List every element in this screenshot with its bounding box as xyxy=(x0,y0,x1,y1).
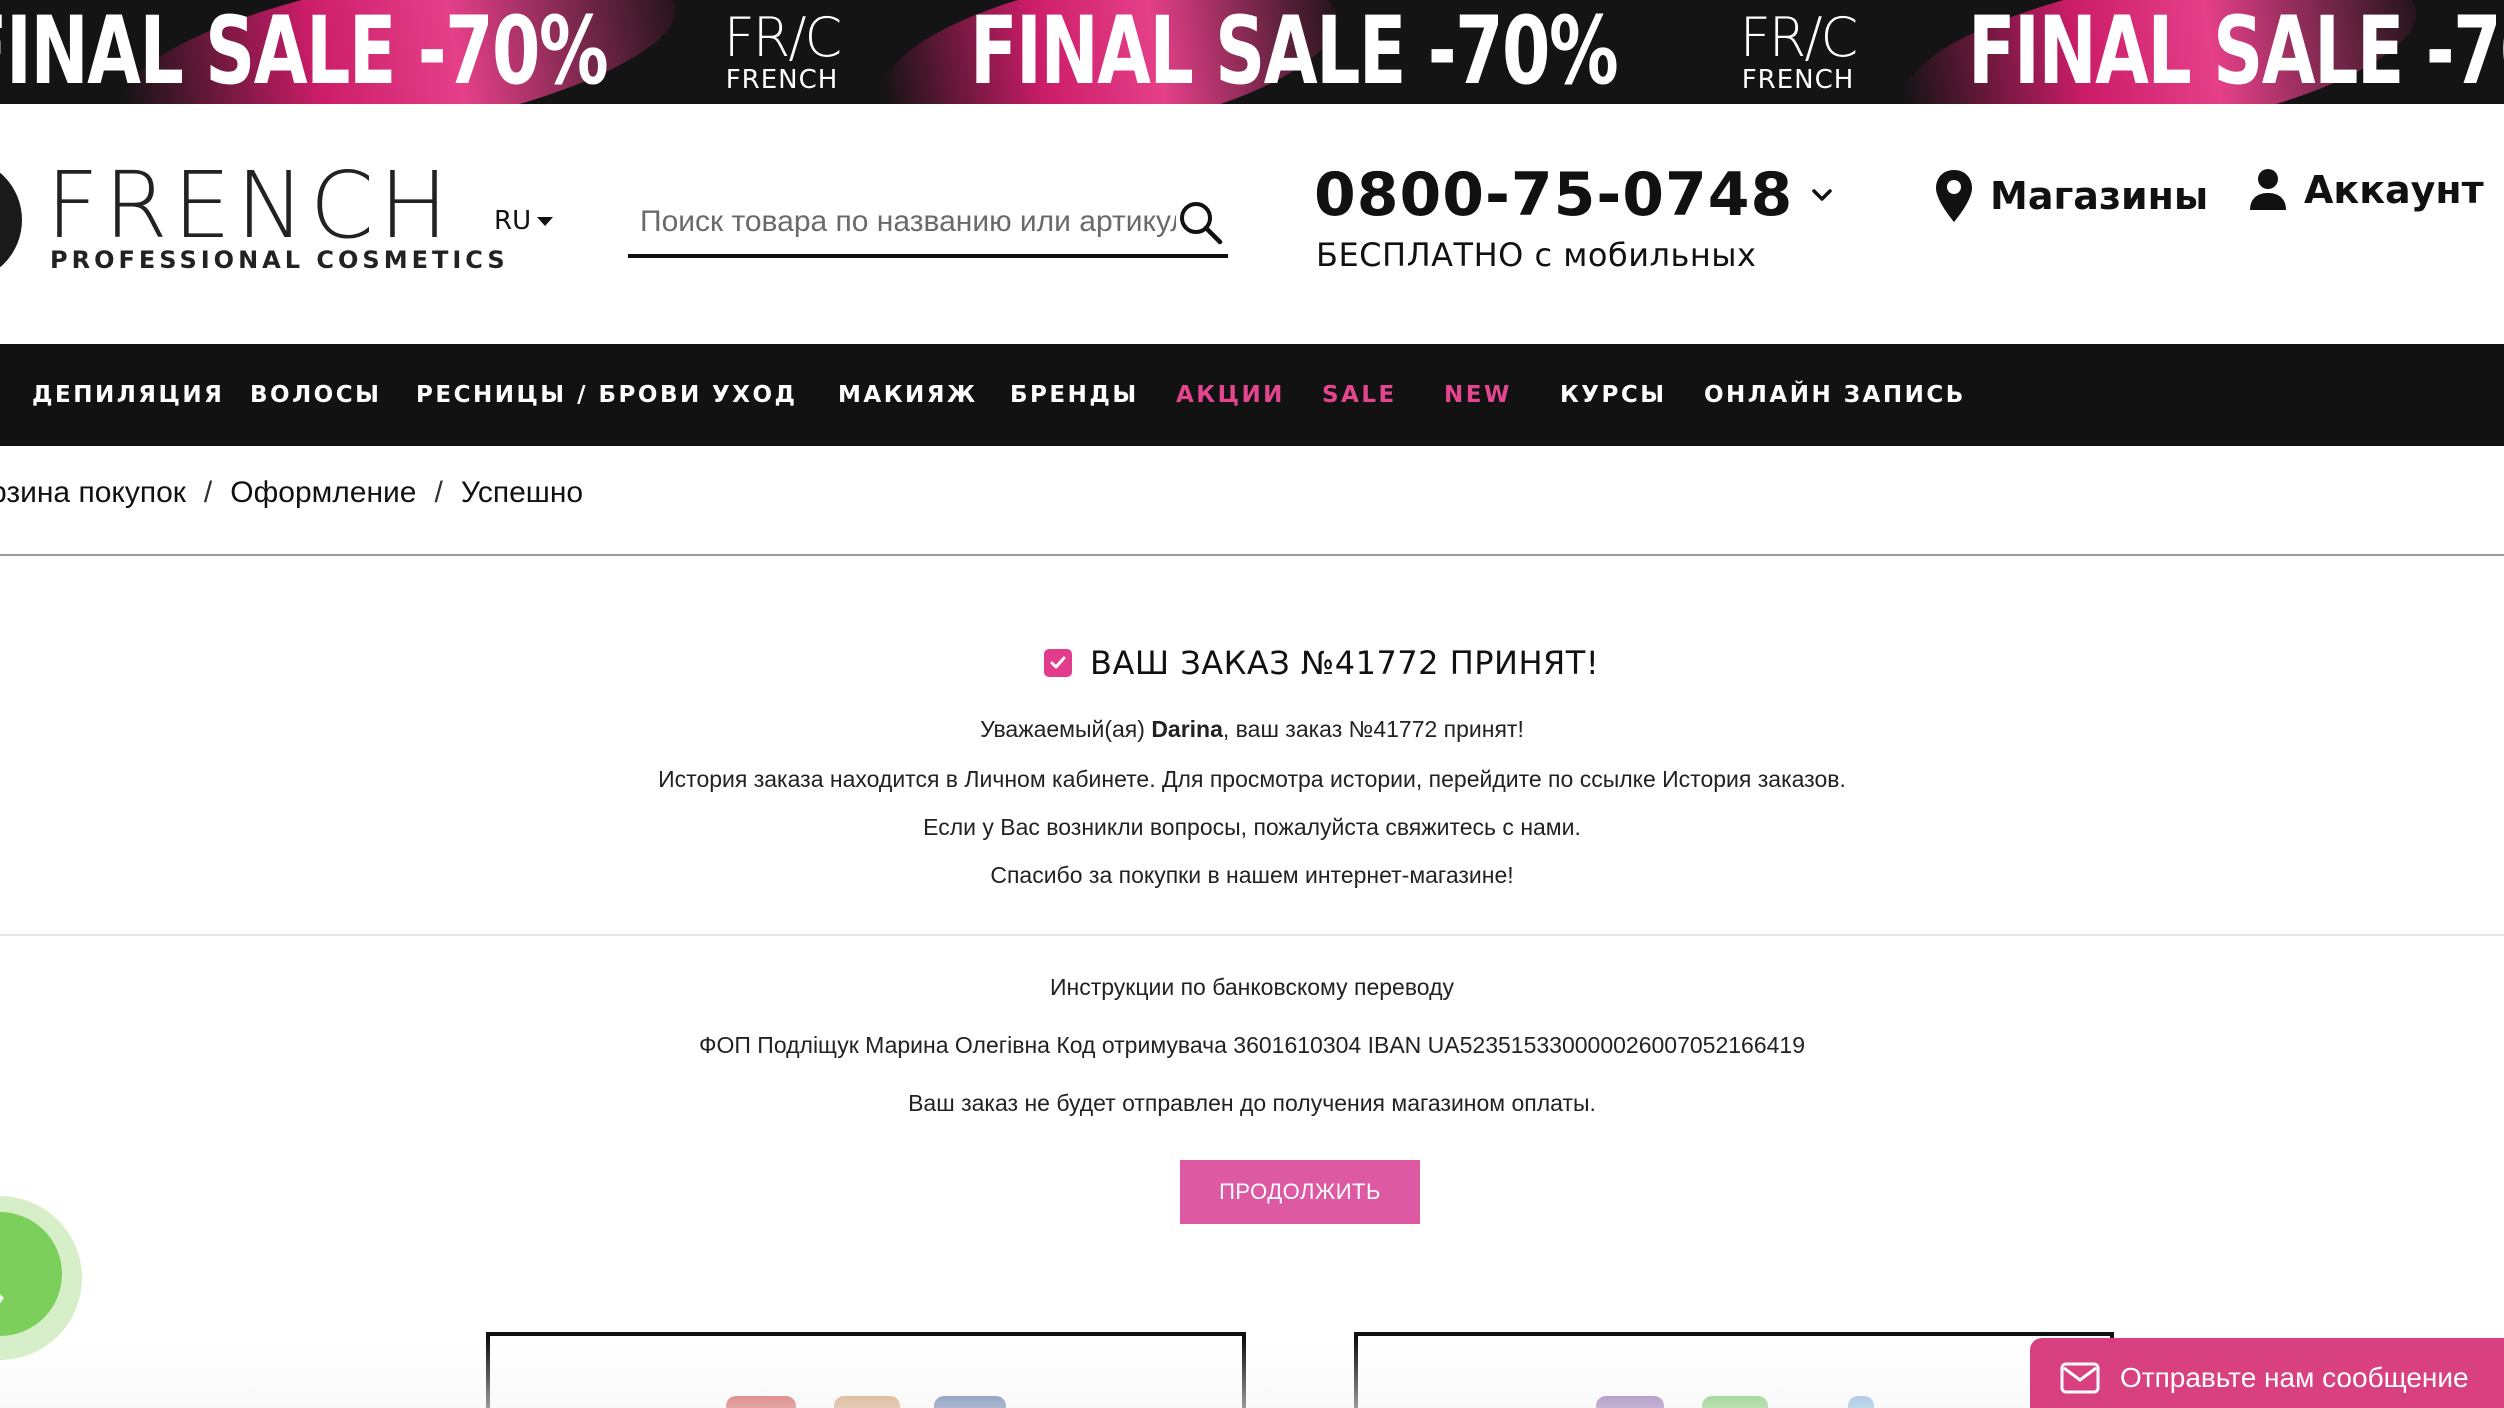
language-selector[interactable]: RU xyxy=(494,206,554,236)
bank-transfer-heading: Инструкции по банковскому переводу xyxy=(1049,974,1455,1000)
order-thanks-text: Спасибо за покупки в нашем интернет-мага… xyxy=(990,862,1514,888)
nav-item-makeup[interactable]: МАКИЯЖ xyxy=(838,344,978,446)
phone-number[interactable]: 0800-75-0748 xyxy=(1314,160,1835,230)
user-icon xyxy=(2250,169,2286,210)
checkbox-checked-icon xyxy=(1044,649,1072,677)
order-history-text: История заказа находится в Личном кабине… xyxy=(658,766,1846,792)
breadcrumb-checkout[interactable]: Оформление xyxy=(230,476,416,509)
promo-brand-logo: FR/C FRENCH xyxy=(1739,6,1858,95)
promo-sale-text: FINAL SALE -70% xyxy=(0,0,609,104)
nav-item-care[interactable]: УХОД xyxy=(712,344,798,446)
bank-transfer-details: ФОП Подліщук Марина Олегівна Код отримув… xyxy=(698,1032,1805,1058)
nav-item-new[interactable]: NEW xyxy=(1444,344,1512,446)
chevron-down-icon[interactable] xyxy=(1809,182,1835,208)
breadcrumb-separator: / xyxy=(434,476,443,509)
whatsapp-icon[interactable] xyxy=(1702,1396,1768,1408)
facebook-icon[interactable] xyxy=(934,1396,1006,1408)
continue-button[interactable]: ПРОДОЛЖИТЬ xyxy=(1180,1160,1420,1224)
send-message-widget[interactable]: Отправьте нам сообщение xyxy=(2030,1338,2504,1408)
customer-name: Darina xyxy=(1151,716,1223,742)
breadcrumb: рзина покупок / Оформление / Успешно xyxy=(0,476,583,510)
promo-brand-logo: FR/C FRENCH xyxy=(723,6,842,95)
logo-mark[interactable] xyxy=(0,158,22,282)
language-label: RU xyxy=(494,206,532,236)
viber-icon[interactable] xyxy=(1596,1396,1664,1408)
caret-down-icon xyxy=(537,216,554,226)
search-icon[interactable] xyxy=(1176,198,1224,246)
divider xyxy=(0,934,2504,936)
map-pin-icon xyxy=(1936,170,1972,222)
order-title-row: ВАШ ЗАКАЗ №41772 ПРИНЯТ! xyxy=(1044,644,1599,682)
instagram-icon[interactable] xyxy=(834,1396,900,1408)
divider xyxy=(0,554,2504,556)
search-bar[interactable] xyxy=(628,190,1228,258)
nav-item-brands[interactable]: БРЕНДЫ xyxy=(1010,344,1139,446)
youtube-icon[interactable] xyxy=(726,1396,796,1408)
account-label: Аккаунт xyxy=(2304,168,2484,212)
nav-item-depilation[interactable]: ДЕПИЛЯЦИЯ xyxy=(32,344,224,446)
promo-banner[interactable]: FINAL SALE -70% FR/C FRENCH FINAL SALE -… xyxy=(0,0,2504,104)
account-link[interactable]: Аккаунт xyxy=(2248,168,2484,212)
search-input[interactable] xyxy=(628,192,1176,252)
logo-subtitle: PROFESSIONAL COSMETICS xyxy=(50,246,509,274)
order-questions-text: Если у Вас возникли вопросы, пожалуйста … xyxy=(923,814,1581,840)
breadcrumb-success[interactable]: Успешно xyxy=(461,476,583,509)
send-message-label: Отправьте нам сообщение xyxy=(2120,1362,2469,1393)
nav-item-lashes-brows[interactable]: РЕСНИЦЫ / БРОВИ xyxy=(416,344,702,446)
order-greeting: Уважаемый(ая) Darina, ваш заказ №41772 п… xyxy=(980,716,1524,742)
logo-wordmark[interactable]: FRENCH xyxy=(46,160,453,252)
stores-label: Магазины xyxy=(1990,174,2209,218)
telegram-icon[interactable] xyxy=(1848,1396,1874,1408)
nav-item-online-booking[interactable]: ОНЛАЙН ЗАПИСЬ xyxy=(1704,344,1966,446)
promo-sale-text: FINAL SALE -70% xyxy=(970,0,1619,104)
order-title: ВАШ ЗАКАЗ №41772 ПРИНЯТ! xyxy=(1090,644,1600,682)
main-nav: ДЕПИЛЯЦИЯ ВОЛОСЫ РЕСНИЦЫ / БРОВИ УХОД МА… xyxy=(0,344,2504,446)
envelope-icon xyxy=(2060,1362,2100,1394)
stores-link[interactable]: Магазины xyxy=(1934,168,2208,224)
promo-sale-text: FINAL SALE -70% xyxy=(1968,0,2504,104)
nav-item-sale[interactable]: SALE xyxy=(1322,344,1397,446)
breadcrumb-cart[interactable]: рзина покупок xyxy=(0,476,186,509)
nav-item-promotions[interactable]: АКЦИИ xyxy=(1176,344,1285,446)
breadcrumb-separator: / xyxy=(203,476,213,509)
nav-item-hair[interactable]: ВОЛОСЫ xyxy=(250,344,381,446)
nav-item-courses[interactable]: КУРСЫ xyxy=(1560,344,1667,446)
payment-note: Ваш заказ не будет отправлен до получени… xyxy=(908,1090,1596,1116)
phone-subtitle: БЕСПЛАТНО с мобильных xyxy=(1316,236,1757,274)
